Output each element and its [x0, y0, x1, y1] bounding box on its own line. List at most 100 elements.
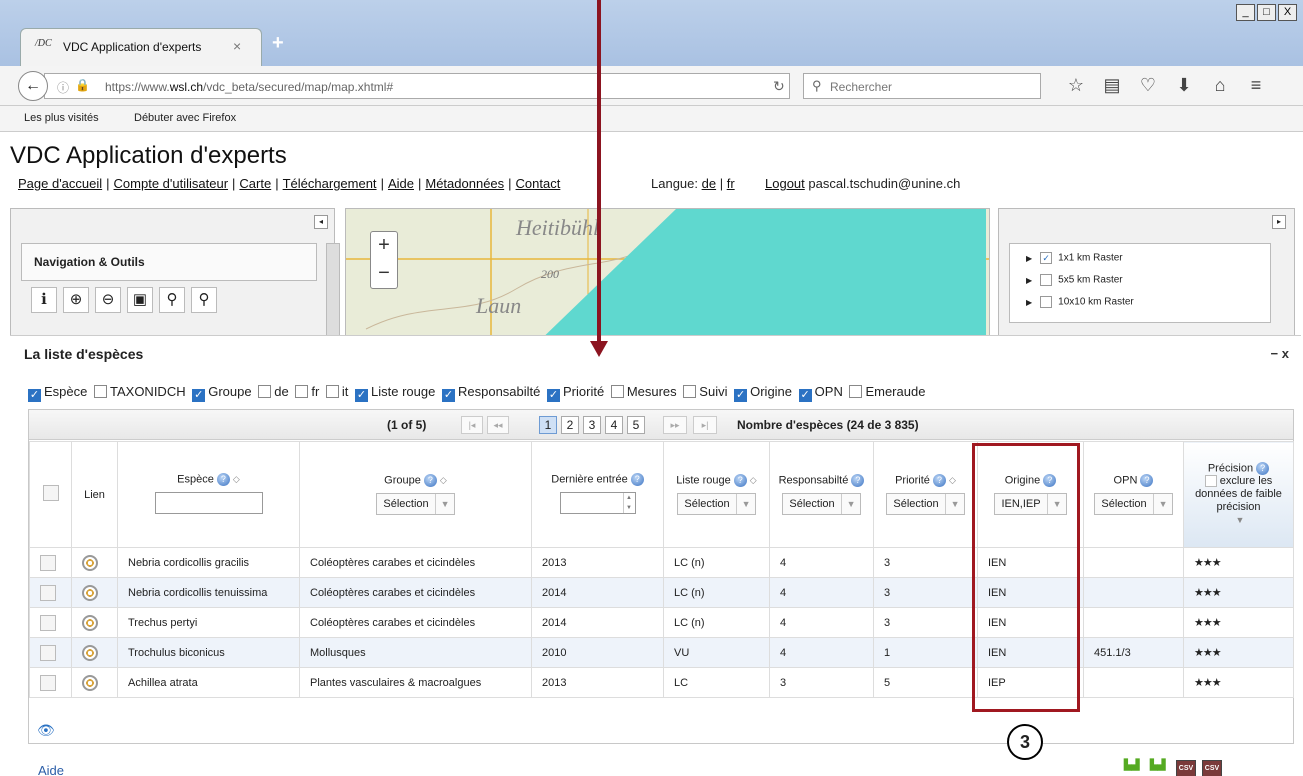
layer-item[interactable]: ▶ ✓ 1x1 km Raster — [1026, 252, 1123, 264]
header-precision[interactable]: Précision ? exclure les données de faibl… — [1183, 441, 1294, 548]
help-icon[interactable]: ? — [630, 472, 644, 486]
help-link[interactable]: Aide — [38, 763, 64, 776]
help-icon[interactable]: ? — [423, 474, 437, 487]
logout-link[interactable]: Logout — [765, 176, 805, 191]
column-toggle-mesures[interactable]: Mesures — [610, 384, 677, 399]
table-row[interactable]: Nebria cordicollis tenuissima Coléoptère… — [29, 577, 1294, 608]
link-icon[interactable] — [82, 554, 98, 571]
last-page-button[interactable]: ▸| — [693, 416, 717, 434]
column-toggle-espece[interactable]: ✓ Espèce — [28, 384, 87, 402]
collapse-right-icon[interactable]: ▸ — [1272, 215, 1286, 229]
minimize-window-button[interactable]: _ — [1236, 4, 1255, 21]
sort-icon[interactable]: ◇ — [233, 474, 240, 484]
bookmark-most-visited[interactable]: Les plus visités — [24, 112, 99, 124]
column-toggle-priorite[interactable]: ✓ Priorité — [547, 384, 604, 402]
row-checkbox[interactable] — [40, 674, 56, 691]
left-scrollbar[interactable] — [326, 243, 340, 347]
layer-item[interactable]: ▶ 10x10 km Raster — [1026, 296, 1134, 308]
nav-link-account[interactable]: Compte d'utilisateur — [114, 176, 228, 191]
info-icon[interactable]: ⓘ — [57, 79, 69, 96]
nav-link-contact[interactable]: Contact — [516, 176, 561, 191]
reload-icon[interactable]: ↻ — [773, 78, 785, 95]
tab-close-icon[interactable]: × — [233, 38, 241, 54]
close-icon[interactable]: x — [1282, 346, 1289, 361]
help-icon[interactable]: ? — [1256, 461, 1270, 475]
maximize-window-button[interactable]: □ — [1257, 4, 1276, 21]
groupe-filter-select[interactable]: Sélection ▼ — [376, 493, 455, 515]
info-tool-icon[interactable]: ℹ — [31, 287, 57, 313]
page-button[interactable]: 4 — [605, 416, 623, 434]
opn-filter-select[interactable]: Sélection ▼ — [1094, 493, 1173, 515]
lang-de-link[interactable]: de — [702, 176, 716, 191]
sort-icon[interactable]: ◇ — [750, 475, 757, 485]
header-groupe[interactable]: Groupe ? ◇ Sélection ▼ — [299, 441, 532, 548]
column-toggle-taxonidch[interactable]: TAXONIDCH — [94, 384, 186, 399]
select-tool-icon[interactable]: ⚲ — [191, 287, 217, 313]
url-text[interactable]: https://www.wsl.ch/vdc_beta/secured/map/… — [105, 80, 393, 94]
nav-tools-header[interactable]: Navigation & Outils — [21, 243, 317, 281]
minimize-icon[interactable]: − — [1271, 346, 1279, 361]
reading-list-icon[interactable]: ▤ — [1094, 75, 1130, 96]
eye-icon[interactable]: 👁 — [37, 722, 55, 739]
liste-rouge-filter-select[interactable]: Sélection ▼ — [677, 493, 756, 515]
help-icon[interactable]: ? — [1140, 474, 1154, 487]
new-tab-button[interactable]: + — [272, 32, 284, 55]
link-icon[interactable] — [82, 584, 98, 601]
column-toggle-groupe[interactable]: ✓ Groupe — [192, 384, 252, 402]
link-icon[interactable] — [82, 614, 98, 631]
nav-link-download[interactable]: Téléchargement — [283, 176, 377, 191]
map-zoom-in-button[interactable]: + — [371, 232, 397, 260]
row-checkbox[interactable] — [40, 554, 56, 571]
url-bar[interactable]: ⓘ 🔒 https://www.wsl.ch/vdc_beta/secured/… — [44, 73, 790, 99]
next-page-button[interactable]: ▸▸ — [663, 416, 687, 434]
export-excel-icon[interactable]: ▙▟ — [1124, 760, 1144, 776]
bookmark-star-icon[interactable]: ☆ — [1058, 75, 1094, 96]
first-page-button[interactable]: |◂ — [461, 416, 483, 434]
search-bar[interactable]: ⚲ Rechercher — [803, 73, 1041, 99]
nav-link-help[interactable]: Aide — [388, 176, 414, 191]
sort-icon[interactable]: ◇ — [440, 475, 447, 485]
prev-page-button[interactable]: ◂◂ — [487, 416, 509, 434]
link-icon[interactable] — [82, 644, 98, 661]
bookmark-getting-started[interactable]: Débuter avec Firefox — [134, 112, 236, 124]
column-toggle-suivi[interactable]: Suivi — [683, 384, 727, 399]
table-row[interactable]: Trechus pertyi Coléoptères carabes et ci… — [29, 607, 1294, 638]
zoom-in-tool-icon[interactable]: ⊕ — [63, 287, 89, 313]
header-responsabilite[interactable]: Responsabilté ? Sélection ▼ — [769, 441, 874, 548]
link-icon[interactable] — [82, 674, 98, 691]
download-icon[interactable]: ⬇ — [1166, 75, 1202, 96]
precision-sort-icon[interactable]: ▼ — [1236, 515, 1245, 525]
nav-link-home[interactable]: Page d'accueil — [18, 176, 102, 191]
back-button[interactable]: ← — [18, 71, 48, 101]
table-row[interactable]: Nebria cordicollis gracilis Coléoptères … — [29, 547, 1294, 578]
derniere-entree-spinner[interactable]: ▲ ▼ — [559, 491, 636, 514]
map-zoom-out-button[interactable]: − — [371, 260, 397, 288]
lang-fr-link[interactable]: fr — [727, 176, 735, 191]
help-icon[interactable]: ? — [733, 474, 747, 487]
export-excel-icon[interactable]: ▙▟ — [1150, 760, 1170, 776]
collapse-left-icon[interactable]: ◂ — [314, 215, 328, 229]
table-row[interactable]: Trochulus biconicus Mollusques 2010 VU 4… — [29, 637, 1294, 668]
help-icon[interactable]: ? — [216, 472, 230, 486]
zoom-extent-tool-icon[interactable]: ▣ — [127, 287, 153, 313]
nav-link-map[interactable]: Carte — [239, 176, 271, 191]
header-espece[interactable]: Espèce ? ◇ — [117, 441, 300, 548]
pocket-icon[interactable]: ♡ — [1130, 75, 1166, 96]
select-all-checkbox[interactable] — [42, 485, 59, 501]
column-toggle-emeraude[interactable]: Emeraude — [849, 384, 925, 399]
header-priorite[interactable]: Priorité ? ◇ Sélection ▼ — [873, 441, 978, 548]
zoom-out-tool-icon[interactable]: ⊖ — [95, 287, 121, 313]
column-toggle-opn[interactable]: ✓ OPN — [798, 384, 843, 402]
layer-checkbox[interactable] — [1040, 296, 1053, 308]
close-window-button[interactable]: X — [1278, 4, 1297, 21]
search-tool-icon[interactable]: ⚲ — [159, 287, 185, 313]
help-icon[interactable]: ? — [851, 474, 865, 487]
column-toggle-it[interactable]: it — [325, 384, 348, 399]
responsabilite-filter-select[interactable]: Sélection ▼ — [782, 493, 861, 515]
browser-tab[interactable]: /DC VDC Application d'experts × — [20, 28, 262, 66]
help-icon[interactable]: ? — [932, 474, 946, 487]
header-liste-rouge[interactable]: Liste rouge ? ◇ Sélection ▼ — [663, 441, 770, 548]
home-icon[interactable]: ⌂ — [1202, 75, 1238, 96]
layer-checkbox[interactable]: ✓ — [1040, 252, 1053, 264]
row-checkbox[interactable] — [40, 584, 56, 601]
